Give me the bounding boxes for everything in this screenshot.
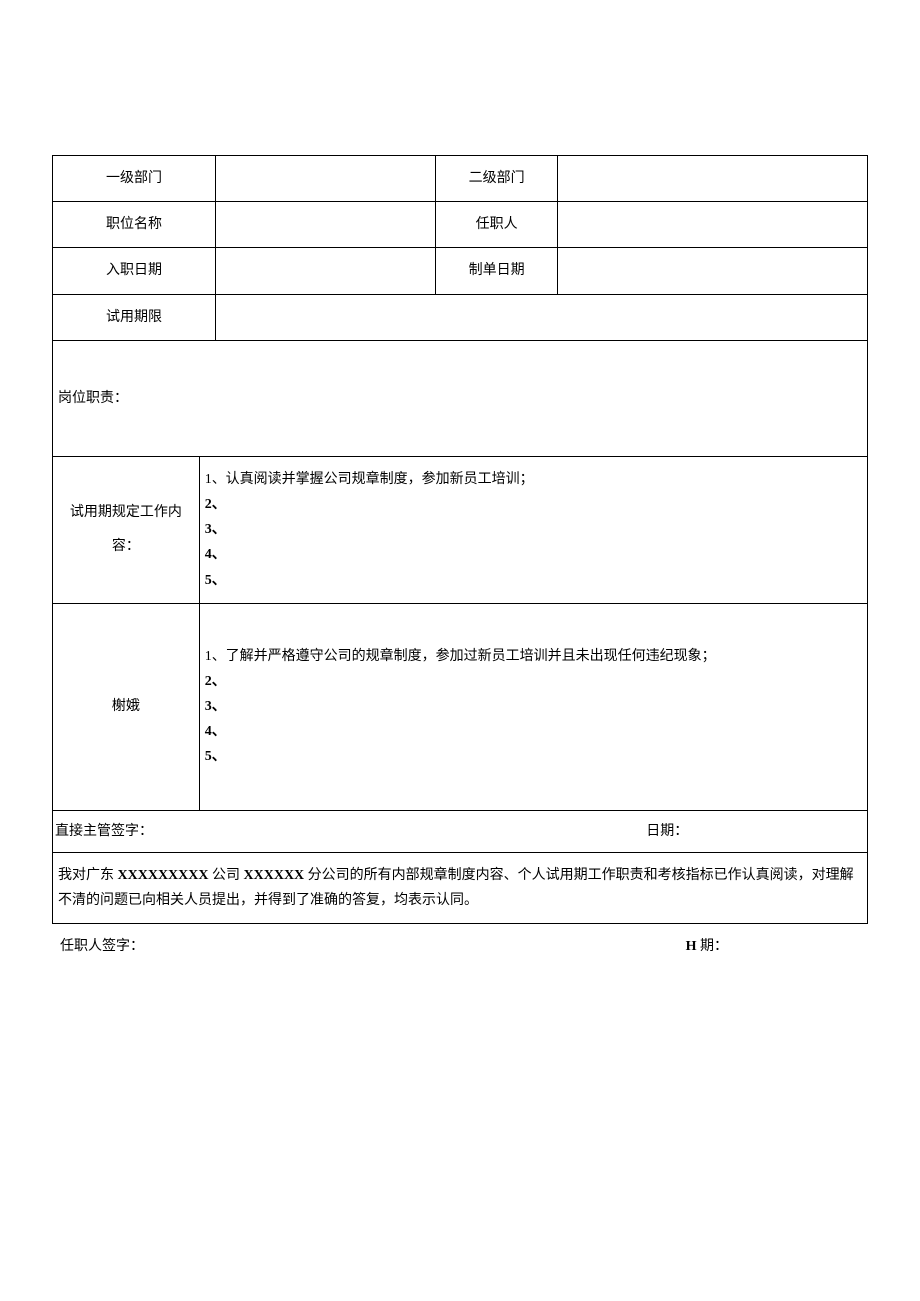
value-secondary-dept: [558, 156, 868, 202]
holder-sign-label: 任职人签字：: [52, 934, 144, 959]
supervisor-sign-cell: 直接主管签字：日期：: [53, 810, 868, 852]
label-primary-dept: 一级部门: [53, 156, 216, 202]
probation-work-line-3: 3、: [205, 517, 862, 542]
label-secondary-dept: 二级部门: [436, 156, 558, 202]
label-holder: 任职人: [436, 202, 558, 248]
evaluation-line-2: 2、: [205, 669, 862, 694]
label-position: 职位名称: [53, 202, 216, 248]
evaluation-line-4: 4、: [205, 719, 862, 744]
job-duty-label: 岗位职责：: [58, 391, 128, 406]
value-position: [215, 202, 435, 248]
value-primary-dept: [215, 156, 435, 202]
declaration-mid1: 公司: [209, 868, 244, 883]
value-probation-period: [215, 294, 867, 340]
header-row-3: 入职日期 制单日期: [53, 248, 868, 294]
footer-row: 任职人签字： H 期：: [52, 934, 868, 959]
declaration-cell: 我对广东 XXXXXXXXX 公司 XXXXXX 分公司的所有内部规章制度内容、…: [53, 852, 868, 923]
declaration-company-1: XXXXXXXXX: [118, 868, 209, 883]
supervisor-sign-label: 直接主管签字：: [55, 819, 646, 844]
label-entry-date: 入职日期: [53, 248, 216, 294]
evaluation-row: 榭娥 1、了解并严格遵守公司的规章制度，参加过新员工培训并且未出现任何违纪现象；…: [53, 603, 868, 810]
label-form-date: 制单日期: [436, 248, 558, 294]
probation-work-content: 1、认真阅读并掌握公司规章制度，参加新员工培训； 2、 3、 4、 5、: [199, 456, 867, 603]
document-page: 一级部门 二级部门 职位名称 任职人 入职日期 制单日期 试用期限 岗位职责： …: [0, 0, 920, 1019]
footer-date-suffix: 期：: [697, 939, 729, 954]
supervisor-sign-row: 直接主管签字：日期：: [53, 810, 868, 852]
probation-work-line-5: 5、: [205, 568, 862, 593]
evaluation-content: 1、了解并严格遵守公司的规章制度，参加过新员工培训并且未出现任何违纪现象； 2、…: [199, 603, 867, 810]
declaration-row: 我对广东 XXXXXXXXX 公司 XXXXXX 分公司的所有内部规章制度内容、…: [53, 852, 868, 923]
evaluation-line-5: 5、: [205, 744, 862, 769]
evaluation-label: 榭娥: [53, 603, 200, 810]
label-probation-period: 试用期限: [53, 294, 216, 340]
evaluation-line-3: 3、: [205, 694, 862, 719]
value-form-date: [558, 248, 868, 294]
probation-work-label: 试用期规定工作内容：: [53, 456, 200, 603]
probation-work-line-4: 4、: [205, 542, 862, 567]
value-entry-date: [215, 248, 435, 294]
form-table: 一级部门 二级部门 职位名称 任职人 入职日期 制单日期 试用期限 岗位职责： …: [52, 155, 868, 924]
footer-date-h: H: [686, 939, 697, 954]
job-duty-row: 岗位职责：: [53, 340, 868, 456]
supervisor-date-label: 日期：: [646, 824, 688, 839]
probation-work-row: 试用期规定工作内容： 1、认真阅读并掌握公司规章制度，参加新员工培训； 2、 3…: [53, 456, 868, 603]
header-row-4: 试用期限: [53, 294, 868, 340]
declaration-company-2: XXXXXX: [244, 868, 305, 883]
probation-work-line-2: 2、: [205, 492, 862, 517]
value-holder: [558, 202, 868, 248]
header-row-2: 职位名称 任职人: [53, 202, 868, 248]
job-duty-cell: 岗位职责：: [53, 340, 868, 456]
footer-date: H 期：: [686, 934, 868, 959]
declaration-prefix: 我对广东: [58, 868, 118, 883]
probation-work-line-1: 1、认真阅读并掌握公司规章制度，参加新员工培训；: [205, 467, 862, 492]
header-row-1: 一级部门 二级部门: [53, 156, 868, 202]
evaluation-line-1: 1、了解并严格遵守公司的规章制度，参加过新员工培训并且未出现任何违纪现象；: [205, 644, 862, 669]
